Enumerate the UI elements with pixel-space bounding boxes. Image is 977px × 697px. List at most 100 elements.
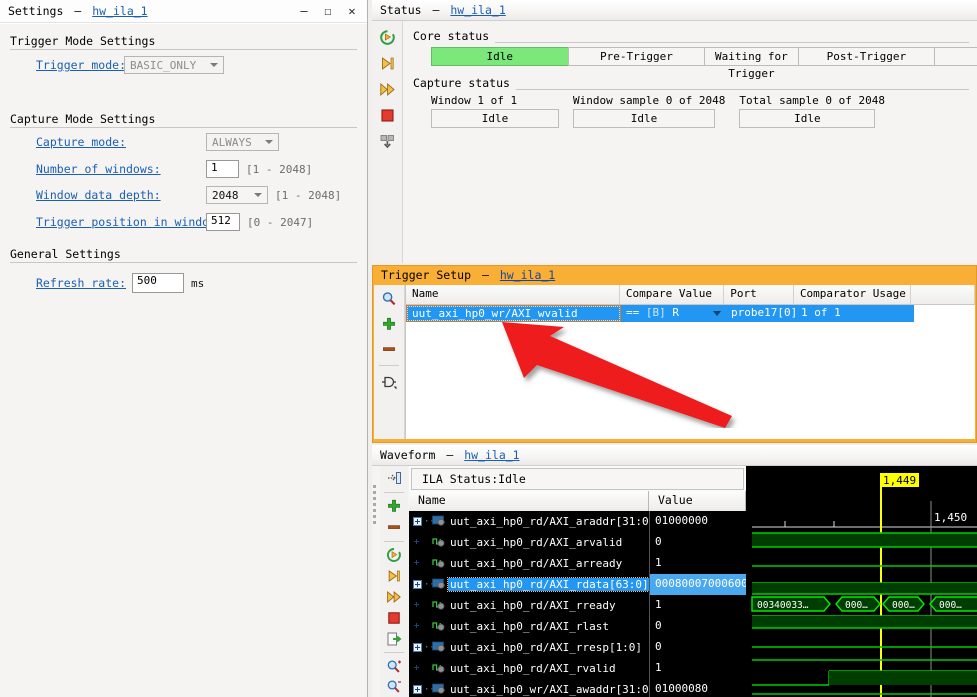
- waveform-signal-name-cell[interactable]: uut_axi_hp0_rd/AXI_arready: [409, 553, 649, 574]
- trigger-mode-value: BASIC_ONLY: [130, 58, 197, 72]
- waveform-signal-row[interactable]: uut_axi_hp0_rd/AXI_arvalid 0: [409, 532, 746, 553]
- waveform-signal-row[interactable]: uut_axi_hp0_rd/AXI_arready 1: [409, 553, 746, 574]
- window-data-depth-label[interactable]: Window data depth:: [36, 188, 161, 202]
- waveform-col-name[interactable]: Name: [409, 491, 649, 511]
- capture-status-label-text: Capture status: [413, 76, 516, 90]
- chevron-down-icon: [260, 134, 278, 150]
- trigger-col-blank[interactable]: [911, 285, 975, 304]
- waveform-signal-row[interactable]: ·· uut_axi_hp0_rd/AXI_rdata[63:0] 00080007…: [409, 574, 746, 595]
- time-label-1450: 1,450: [934, 511, 967, 524]
- capture-status-row: Window 1 of 1 Idle Window sample 0 of 2048…: [431, 94, 977, 128]
- run-trigger-icon[interactable]: [375, 26, 399, 48]
- add-probe-icon[interactable]: [377, 313, 401, 335]
- svg-text:00340033…: 00340033…: [757, 600, 809, 611]
- window-data-depth-value: 2048: [212, 188, 239, 202]
- waveform-signal-row[interactable]: ·· uut_axi_hp0_rd/AXI_araddr[31:0] 0100000…: [409, 511, 746, 532]
- trigger-mode-label[interactable]: Trigger mode:: [36, 58, 126, 72]
- minimize-icon[interactable]: –: [293, 2, 315, 20]
- run-trigger-icon[interactable]: [382, 546, 406, 565]
- waveform-signal-row[interactable]: uut_axi_hp0_rd/AXI_rready 1: [409, 595, 746, 616]
- trigger-position-input[interactable]: 512: [206, 213, 240, 231]
- continuous-trigger-icon[interactable]: [382, 587, 406, 606]
- waveform-signal-name-cell[interactable]: ·· uut_axi_hp0_wr/AXI_awaddr[31:0]: [409, 679, 649, 697]
- waveform-signal-row[interactable]: uut_axi_hp0_rd/AXI_rvalid 1: [409, 658, 746, 679]
- run-trigger-immediate-icon[interactable]: [382, 566, 406, 585]
- expand-icon[interactable]: [413, 580, 422, 589]
- title-separator: –: [481, 268, 489, 282]
- trigger-compare-value[interactable]: == [B] R: [621, 305, 726, 322]
- waveform-signal-name-cell[interactable]: uut_axi_hp0_rd/AXI_rvalid: [409, 658, 649, 679]
- waveform-signal-name-cell[interactable]: uut_axi_hp0_rd/AXI_rlast: [409, 616, 649, 637]
- core-state-pre-trigger: Pre-Trigger: [567, 47, 706, 66]
- export-ila-data-icon[interactable]: [375, 130, 399, 152]
- trigger-logic-icon[interactable]: [377, 371, 401, 393]
- waveform-target-link[interactable]: hw_ila_1: [464, 448, 519, 462]
- trigger-position-row: Trigger position in window: 512 [0 - 204…: [36, 213, 381, 231]
- number-of-windows-label[interactable]: Number of windows:: [36, 162, 161, 176]
- waveform-signal-value: 01000000: [649, 511, 746, 532]
- waveform-canvas[interactable]: 1,450 1,449 00340033… 000… 000… 000…: [746, 466, 977, 697]
- trigger-col-comparator-usage[interactable]: Comparator Usage: [794, 285, 912, 304]
- trigger-table-row[interactable]: uut_axi_hp0_wr/AXI_wvalid == [B] Rprobe17…: [406, 305, 975, 322]
- trigger-mode-select[interactable]: BASIC_ONLY: [124, 56, 224, 74]
- run-trigger-immediate-icon[interactable]: [375, 52, 399, 74]
- add-probe-icon[interactable]: [382, 497, 406, 516]
- expand-icon[interactable]: [413, 643, 422, 652]
- waveform-signal-label: uut_axi_hp0_wr/AXI_awaddr[31:0]: [450, 683, 649, 696]
- waveform-signal-name-cell[interactable]: ·· uut_axi_hp0_rd/AXI_rdata[63:0]: [409, 574, 649, 595]
- trigger-col-compare-value[interactable]: Compare Value: [620, 285, 725, 304]
- continuous-trigger-icon[interactable]: [375, 78, 399, 100]
- maximize-icon[interactable]: ☐: [317, 2, 339, 20]
- zoom-out-icon[interactable]: [382, 678, 406, 697]
- waveform-signal-name-cell[interactable]: uut_axi_hp0_rd/AXI_arvalid: [409, 532, 649, 553]
- trigger-position-range: [0 - 2047]: [247, 215, 314, 229]
- capture-mode-select[interactable]: ALWAYS: [206, 133, 279, 151]
- core-state-blank: [934, 47, 977, 66]
- compare-operator: ==: [626, 306, 646, 319]
- search-probe-icon[interactable]: [377, 288, 401, 310]
- trigger-col-port[interactable]: Port: [724, 285, 794, 304]
- remove-probe-icon[interactable]: [382, 518, 406, 537]
- waveform-toolbar: [380, 466, 408, 697]
- window-data-depth-select[interactable]: 2048: [206, 186, 268, 204]
- waveform-signal-row[interactable]: uut_axi_hp0_rd/AXI_rlast 0: [409, 616, 746, 637]
- waveform-signal-label: uut_axi_hp0_rd/AXI_arready: [450, 557, 623, 570]
- panel-drag-handle[interactable]: [373, 485, 378, 527]
- bit-signal-icon: [432, 662, 448, 676]
- number-of-windows-input[interactable]: 1: [206, 160, 239, 178]
- zoom-in-icon[interactable]: [382, 657, 406, 676]
- settings-target-link[interactable]: hw_ila_1: [92, 4, 147, 18]
- trigger-probe-name[interactable]: uut_axi_hp0_wr/AXI_wvalid: [406, 305, 621, 322]
- expander-placeholder: [413, 601, 422, 610]
- remove-probe-icon[interactable]: [377, 338, 401, 360]
- waveform-signal-name-cell[interactable]: uut_axi_hp0_rd/AXI_rready: [409, 595, 649, 616]
- status-panel-title: Status – hw_ila_1: [372, 0, 977, 21]
- expand-icon[interactable]: [413, 517, 422, 526]
- waveform-signal-name-cell[interactable]: ·· uut_axi_hp0_rd/AXI_araddr[31:0]: [409, 511, 649, 532]
- status-target-link[interactable]: hw_ila_1: [450, 3, 505, 17]
- close-icon[interactable]: ✕: [341, 2, 363, 20]
- refresh-rate-label[interactable]: Refresh rate:: [36, 276, 126, 290]
- trigger-setup-target-link[interactable]: hw_ila_1: [500, 268, 555, 282]
- waveform-col-value[interactable]: Value: [649, 491, 746, 511]
- bit-signal-icon: [432, 599, 448, 613]
- core-state-post-trigger: Post-Trigger: [797, 47, 936, 66]
- trigger-position-label[interactable]: Trigger position in window:: [36, 215, 223, 229]
- chevron-down-icon[interactable]: [713, 311, 721, 316]
- settings-titlebar: Settings – hw_ila_1 – ☐ ✕: [0, 0, 367, 23]
- window-data-depth-row: Window data depth: 2048 [1 - 2048]: [36, 186, 376, 204]
- export-waveform-icon[interactable]: [382, 629, 406, 648]
- stop-trigger-icon[interactable]: [375, 104, 399, 126]
- refresh-rate-input[interactable]: 500: [132, 273, 185, 293]
- waveform-signal-name-cell[interactable]: ·· uut_axi_hp0_rd/AXI_rresp[1:0]: [409, 637, 649, 658]
- capture-mode-label[interactable]: Capture mode:: [36, 135, 126, 149]
- waveform-signal-value: 0008000700060005: [649, 574, 746, 595]
- compare-value-text: R: [672, 306, 679, 319]
- show-hide-names-icon[interactable]: [382, 469, 406, 488]
- waveform-signal-row[interactable]: ·· uut_axi_hp0_wr/AXI_awaddr[31:0] 0100008…: [409, 679, 746, 697]
- trigger-col-name[interactable]: Name: [406, 285, 620, 304]
- stop-trigger-icon[interactable]: [382, 608, 406, 627]
- expand-icon[interactable]: [413, 685, 422, 694]
- compare-radix: [B]: [645, 306, 673, 319]
- waveform-signal-row[interactable]: ·· uut_axi_hp0_rd/AXI_rresp[1:0] 0: [409, 637, 746, 658]
